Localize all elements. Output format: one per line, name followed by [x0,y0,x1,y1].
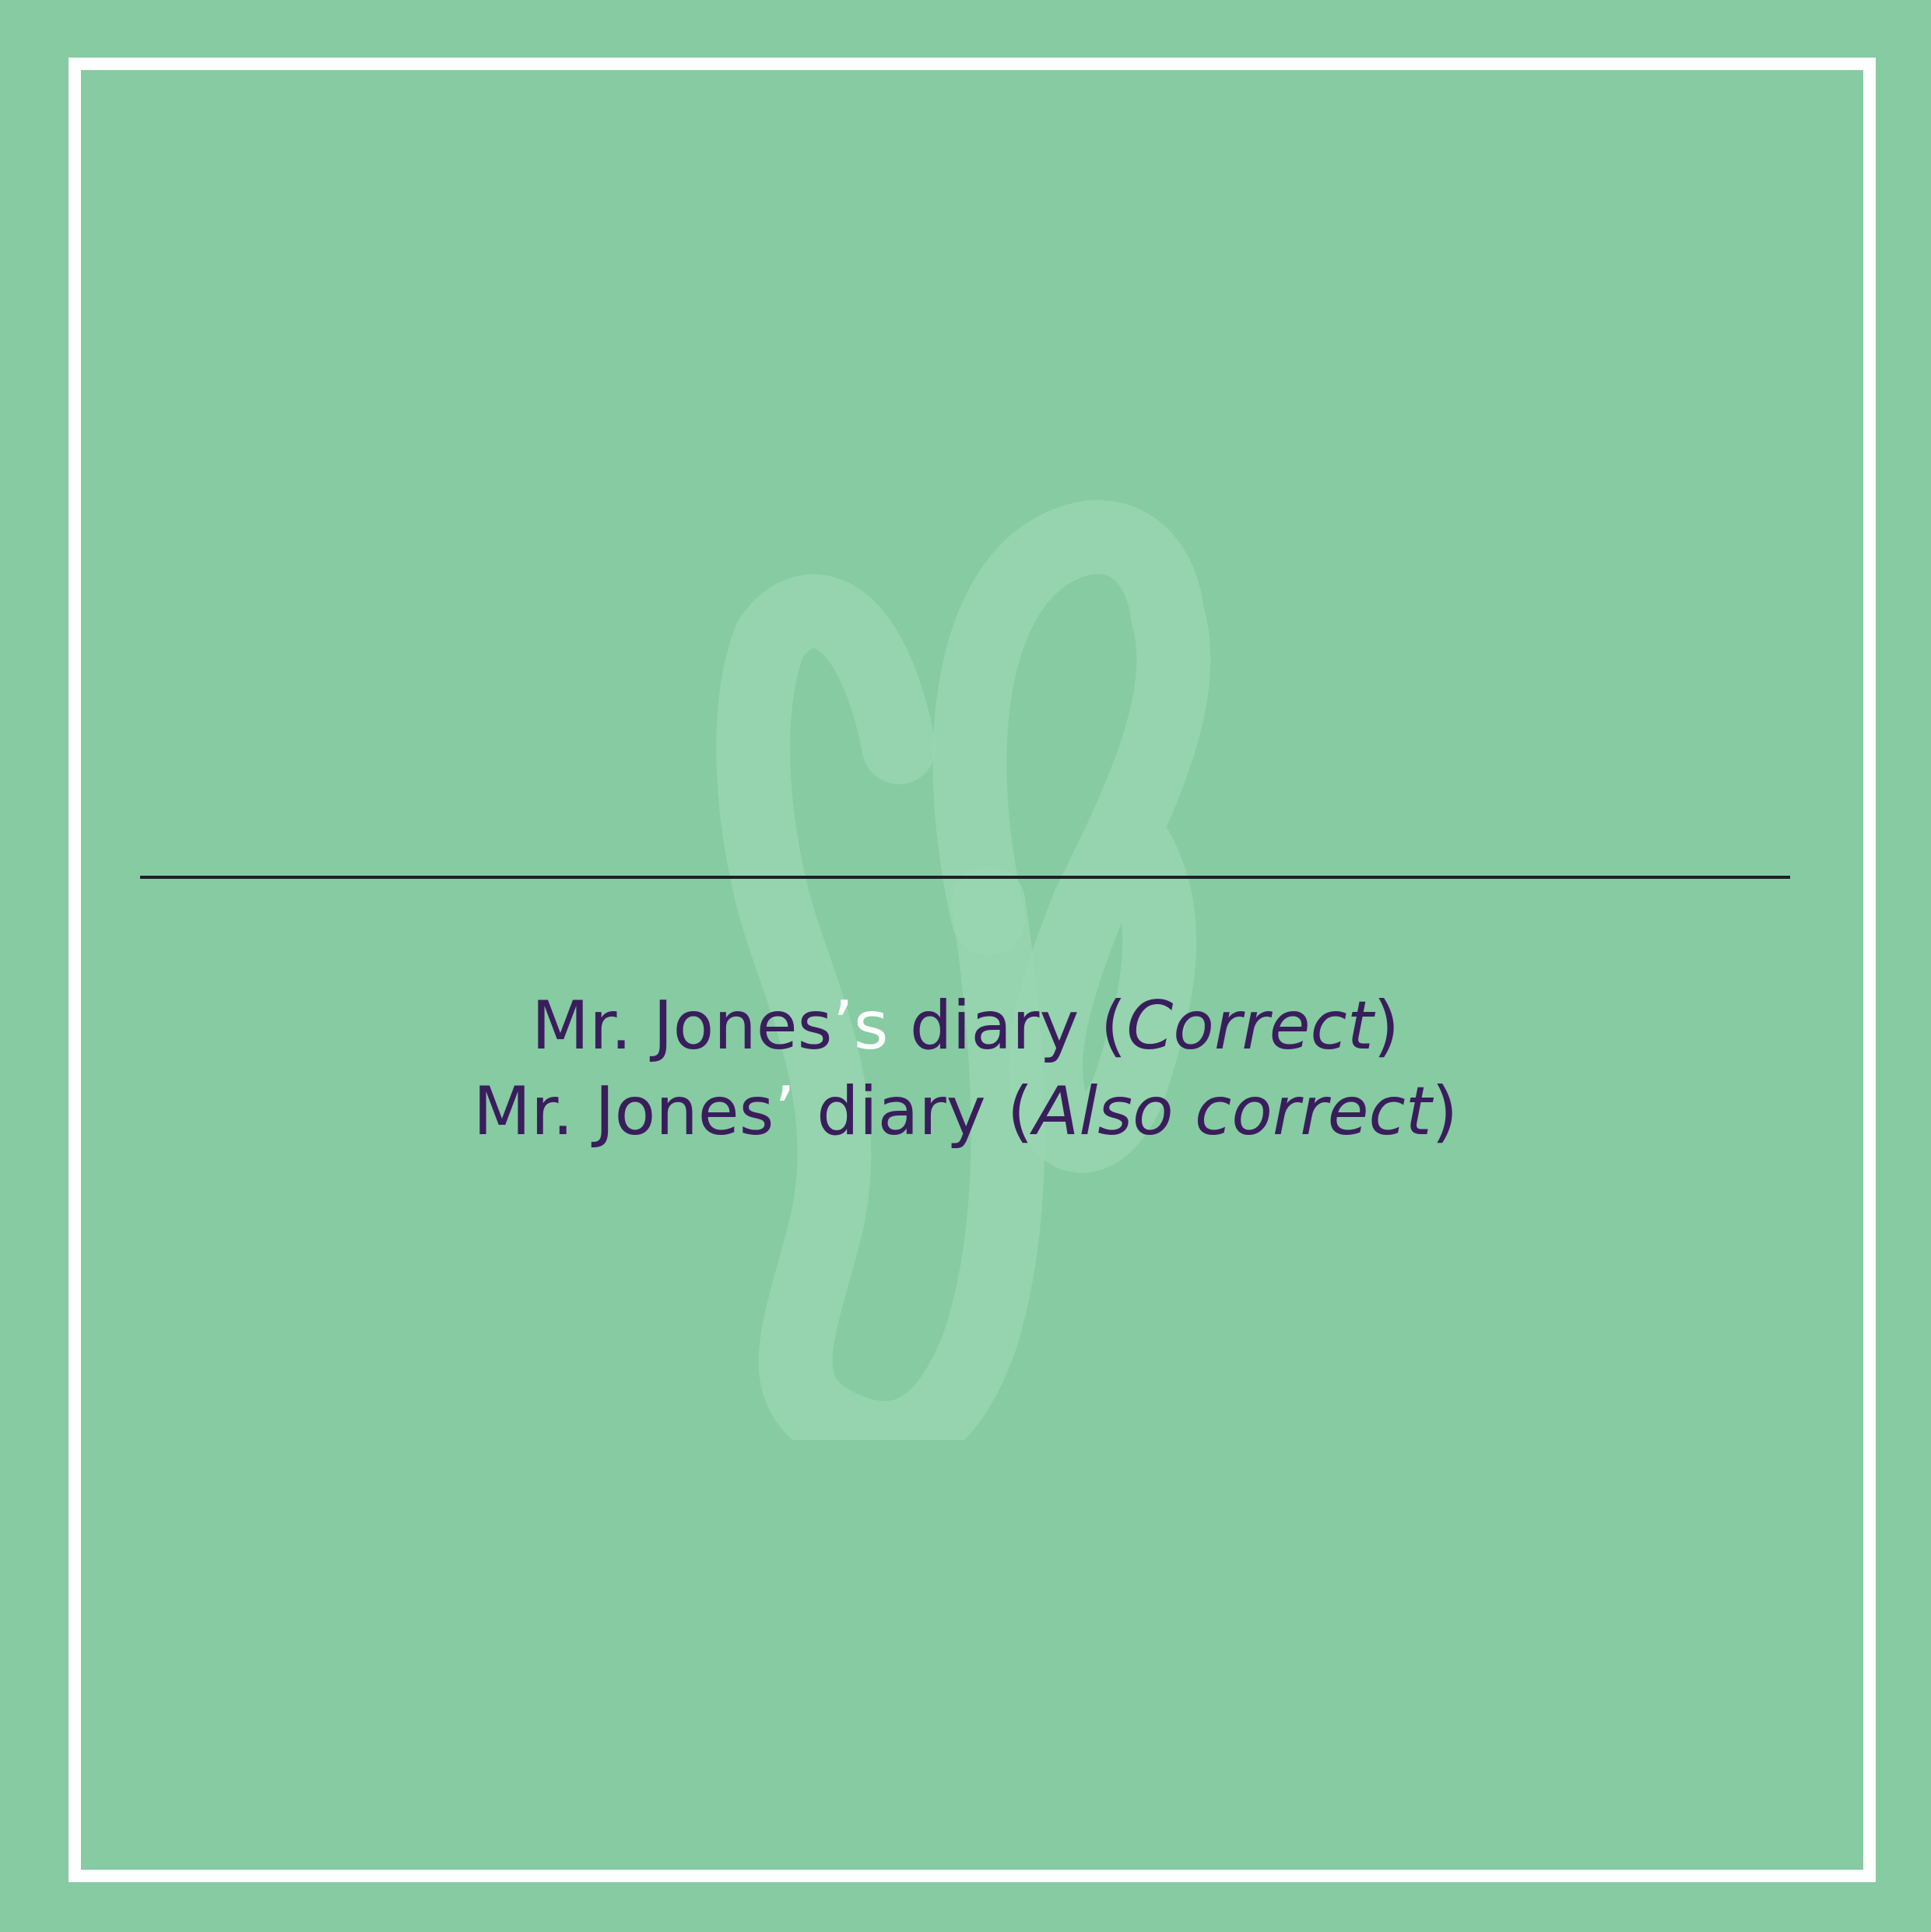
horizontal-divider [140,876,1790,879]
logo-monogram-icon [716,500,1211,1440]
example-closing-paren: ) [1431,1073,1459,1150]
example-object: diary ( [795,1073,1034,1150]
example-possessor: Mr. Jones [531,987,833,1065]
highlighted-possessive-ending: ’s [832,987,889,1065]
graphic-card: Mr. Jones’s diary (Correct) Mr. Jones’ d… [0,0,1931,1932]
example-sentence-1: Mr. Jones’s diary (Correct) [0,987,1931,1065]
example-object: diary ( [888,987,1127,1065]
example-closing-paren: ) [1373,987,1400,1065]
example-possessor: Mr. Jones [472,1073,774,1150]
example-sentence-2: Mr. Jones’ diary (Also correct) [0,1073,1931,1150]
example-verdict: Also correct [1033,1073,1432,1150]
highlighted-possessive-ending: ’ [774,1073,795,1150]
example-verdict: Correct [1126,987,1374,1065]
